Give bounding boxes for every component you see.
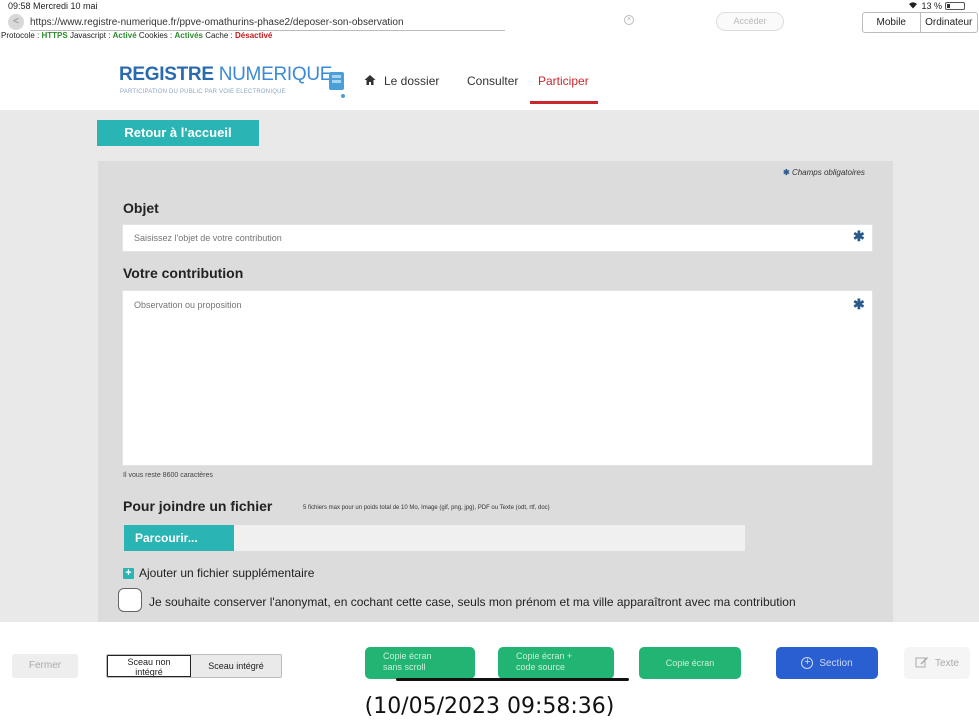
section-label: Section: [819, 657, 853, 669]
browse-button[interactable]: Parcourir...: [124, 525, 234, 551]
attach-file-label: Pour joindre un fichier: [123, 498, 273, 514]
shot-noscroll-line1: Copie écran: [383, 651, 432, 661]
contribution-textarea[interactable]: [122, 290, 873, 466]
objet-label: Objet: [123, 200, 159, 216]
nav-participer[interactable]: Participer: [538, 74, 589, 88]
protocol-value: HTTPS: [41, 31, 68, 40]
attach-file-hint: 5 fichiers max pour un poids total de 10…: [303, 505, 550, 511]
home-indicator-bar: [396, 678, 629, 681]
logo-tagline: PARTICIPATION DU PUBLIC PAR VOIE ELECTRO…: [120, 89, 286, 95]
asterisk-icon: ✱: [853, 296, 865, 312]
anonymity-checkbox[interactable]: [118, 588, 142, 612]
plus-square-icon: +: [123, 567, 134, 579]
go-button[interactable]: Accéder: [716, 12, 784, 31]
screenshot-no-scroll-button[interactable]: Copie écran sans scroll: [365, 647, 475, 679]
cache-value: Désactivé: [235, 31, 273, 40]
nav-dossier[interactable]: Le dossier: [384, 74, 439, 88]
status-indicators: 13 %: [908, 1, 965, 11]
anonymity-label: Je souhaite conserver l'anonymat, en coc…: [149, 595, 796, 609]
seal-integrated-button[interactable]: Sceau intégré: [191, 655, 281, 677]
text-label: Texte: [935, 657, 959, 669]
battery-icon: [945, 2, 965, 10]
wifi-icon: [908, 1, 918, 11]
characters-remaining: Il vous reste 8600 caractères: [123, 472, 213, 479]
view-mode-toggle: Mobile Ordinateur: [862, 12, 978, 33]
capture-timestamp: (10/05/2023 09:58:36): [364, 694, 615, 719]
nav-consulter[interactable]: Consulter: [467, 74, 518, 88]
text-button[interactable]: Texte: [904, 647, 970, 679]
logo-icon: [326, 66, 348, 102]
clear-icon[interactable]: ×: [624, 15, 634, 25]
required-fields-note: ✱ Champs obligatoires: [783, 168, 865, 177]
section-button[interactable]: + Section: [776, 647, 878, 679]
screenshot-button[interactable]: Copie écran: [639, 647, 741, 679]
required-note-text: Champs obligatoires: [791, 168, 865, 177]
shot-source-line1: Copie écran +: [516, 651, 573, 661]
contribution-label: Votre contribution: [123, 265, 244, 281]
protocol-label: Protocole :: [1, 31, 40, 40]
seal-toggle: Sceau non intégré Sceau intégré: [106, 654, 282, 678]
add-file-link[interactable]: + Ajouter un fichier supplémentaire: [123, 566, 314, 580]
active-nav-underline: [530, 101, 598, 104]
screenshot-source-button[interactable]: Copie écran + code source: [498, 647, 614, 679]
shot-noscroll-line2: sans scroll: [383, 662, 426, 672]
url-bar[interactable]: https://www.registre-numerique.fr/ppve-o…: [30, 14, 505, 31]
status-time-date: 09:58 Mercredi 10 mai: [8, 1, 98, 11]
asterisk-icon: ✱: [853, 228, 865, 244]
javascript-label: Javascript :: [69, 31, 111, 40]
seal-not-integrated-button[interactable]: Sceau non intégré: [107, 655, 191, 677]
cookies-label: Cookies :: [138, 31, 173, 40]
shot-source-line2: code source: [516, 662, 566, 672]
back-home-button[interactable]: Retour à l'accueil: [97, 120, 259, 146]
plus-circle-icon: +: [801, 657, 814, 669]
browser-info-line: Protocole : HTTPS Javascript : Activé Co…: [1, 31, 272, 40]
mode-desktop-button[interactable]: Ordinateur: [919, 13, 978, 32]
seal-non-line2: intégré: [135, 667, 163, 677]
seal-non-line1: Sceau non: [127, 657, 171, 667]
asterisk-icon: ✱: [783, 168, 790, 177]
close-button[interactable]: Fermer: [12, 654, 78, 678]
cookies-value: Activés: [174, 31, 203, 40]
javascript-value: Activé: [112, 31, 137, 40]
back-arrow-icon[interactable]: <: [8, 14, 24, 30]
home-icon[interactable]: [364, 73, 376, 85]
edit-icon: [915, 656, 929, 671]
mode-mobile-button[interactable]: Mobile: [863, 13, 920, 32]
add-file-label: Ajouter un fichier supplémentaire: [139, 566, 315, 580]
logo-main-text: REGISTRE: [119, 64, 214, 85]
cache-label: Cache :: [205, 31, 233, 40]
battery-percent: 13 %: [921, 1, 942, 11]
site-logo-title[interactable]: REGISTRE NUMERIQUE: [119, 64, 332, 86]
objet-input[interactable]: [122, 224, 873, 252]
logo-secondary-text: NUMERIQUE: [218, 64, 333, 85]
